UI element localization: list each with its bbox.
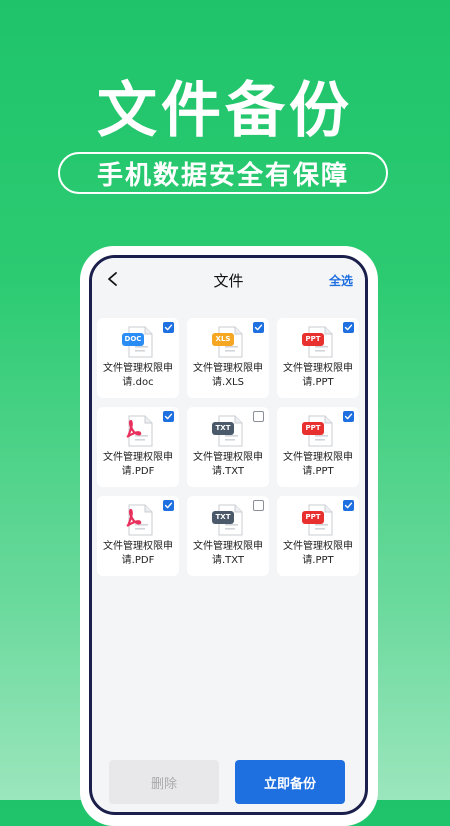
file-card[interactable]: PPT 文件管理权限申请.PPT: [277, 496, 359, 576]
check-icon: [344, 413, 353, 420]
file-card[interactable]: PPT 文件管理权限申请.PPT: [277, 407, 359, 487]
delete-button[interactable]: 删除: [109, 760, 219, 804]
ppt-icon: PPT: [301, 415, 335, 447]
file-card[interactable]: 文件管理权限申请.PDF: [97, 407, 179, 487]
check-icon: [164, 502, 173, 509]
txt-icon: TXT: [211, 415, 245, 447]
phone-screen: 文件 全选 DOC 文件管理权限申请.doc XLS 文件管理权限申请.XLS …: [89, 255, 368, 815]
file-card[interactable]: TXT 文件管理权限申请.TXT: [187, 407, 269, 487]
ppt-icon: PPT: [301, 326, 335, 358]
file-type-label: DOC: [124, 335, 142, 343]
txt-icon: TXT: [211, 504, 245, 536]
checkbox[interactable]: [343, 411, 354, 422]
file-type-label: XLS: [215, 335, 231, 343]
check-icon: [164, 413, 173, 420]
file-name: 文件管理权限申请.TXT: [193, 541, 263, 566]
hero-subtitle: 手机数据安全有保障: [58, 152, 388, 194]
file-name: 文件管理权限申请.PPT: [283, 541, 353, 566]
file-name: 文件管理权限申请.PDF: [103, 541, 173, 566]
file-type-label: PPT: [305, 513, 321, 521]
file-name: 文件管理权限申请.PPT: [283, 452, 353, 477]
file-type-label: PPT: [305, 424, 321, 432]
select-all-button[interactable]: 全选: [329, 272, 353, 289]
backup-now-button[interactable]: 立即备份: [235, 760, 345, 804]
file-name: 文件管理权限申请.TXT: [193, 452, 263, 477]
file-type-label: PPT: [305, 335, 321, 343]
doc-icon: DOC: [121, 326, 155, 358]
checkbox[interactable]: [163, 500, 174, 511]
checkbox[interactable]: [253, 411, 264, 422]
xls-icon: XLS: [211, 326, 245, 358]
checkbox[interactable]: [163, 322, 174, 333]
top-bar: 文件 全选: [92, 258, 365, 302]
check-icon: [164, 324, 173, 331]
check-icon: [344, 502, 353, 509]
file-type-label: TXT: [215, 513, 231, 521]
hero-title: 文件备份: [97, 76, 353, 146]
checkbox[interactable]: [253, 322, 264, 333]
file-card[interactable]: XLS 文件管理权限申请.XLS: [187, 318, 269, 398]
pdf-icon: [121, 415, 155, 447]
file-card[interactable]: DOC 文件管理权限申请.doc: [97, 318, 179, 398]
ppt-icon: PPT: [301, 504, 335, 536]
checkbox[interactable]: [253, 500, 264, 511]
file-name: 文件管理权限申请.doc: [103, 363, 173, 388]
checkbox[interactable]: [343, 322, 354, 333]
check-icon: [254, 324, 263, 331]
check-icon: [344, 324, 353, 331]
checkbox[interactable]: [163, 411, 174, 422]
file-card[interactable]: 文件管理权限申请.PDF: [97, 496, 179, 576]
file-name: 文件管理权限申请.PPT: [283, 363, 353, 388]
page-title: 文件: [213, 272, 244, 290]
file-type-label: TXT: [215, 424, 231, 432]
file-card[interactable]: PPT 文件管理权限申请.PPT: [277, 318, 359, 398]
file-card[interactable]: TXT 文件管理权限申请.TXT: [187, 496, 269, 576]
checkbox[interactable]: [343, 500, 354, 511]
file-name: 文件管理权限申请.PDF: [103, 452, 173, 477]
file-name: 文件管理权限申请.XLS: [193, 363, 263, 388]
file-grid: DOC 文件管理权限申请.doc XLS 文件管理权限申请.XLS PPT 文件…: [97, 318, 362, 576]
pdf-icon: [121, 504, 155, 536]
